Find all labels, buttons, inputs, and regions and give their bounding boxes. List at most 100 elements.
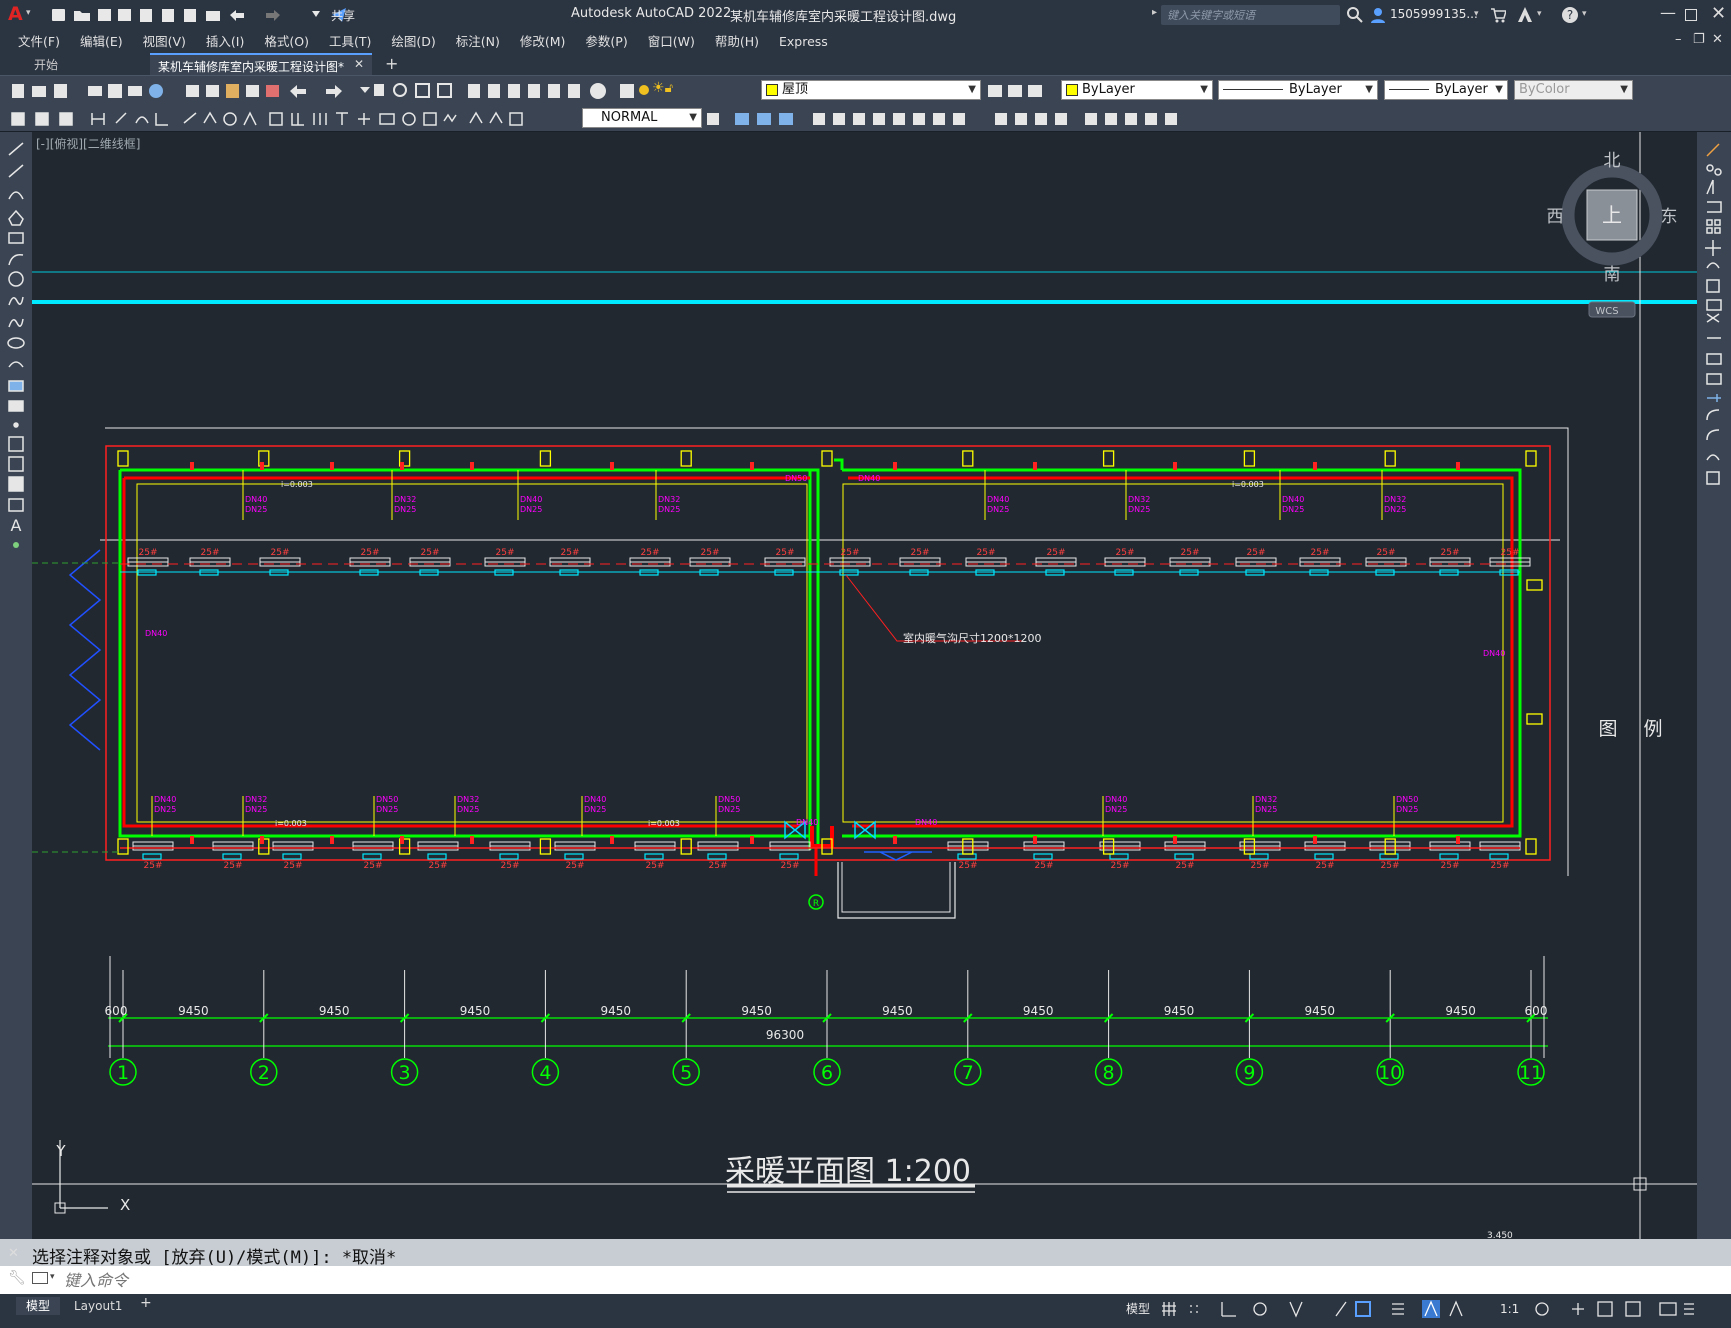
region-left-icon: [8, 476, 24, 492]
viewcube-north: 北: [1604, 151, 1621, 171]
command-close-icon[interactable]: ✕: [8, 1246, 19, 1261]
menu-dimension[interactable]: 标注(N): [456, 30, 500, 53]
draw-tools[interactable]: A: [0, 137, 32, 597]
standard-icons[interactable]: [8, 81, 668, 101]
close-icon[interactable]: ✕: [1711, 3, 1726, 24]
viewcube[interactable]: 上 北 南 东 西 WCS: [1547, 151, 1678, 318]
model-space-button[interactable]: 模型: [1126, 1300, 1150, 1317]
command-chevron-icon[interactable]: ▾: [50, 1272, 55, 1282]
viewport-label[interactable]: [-][俯视][二维线框]: [36, 136, 140, 151]
app-menu-chevron-icon[interactable]: ▾: [26, 8, 31, 18]
tab-close-icon[interactable]: ✕: [354, 57, 364, 71]
annotation-scale[interactable]: 1:1: [1500, 1302, 1519, 1316]
add-layout-icon[interactable]: +: [140, 1295, 152, 1311]
doc-restore-icon[interactable]: ❐: [1693, 32, 1705, 47]
dn-label: DN25: [376, 805, 398, 814]
qdim-icon: [269, 112, 283, 126]
circle-icon: [8, 271, 24, 287]
menu-view[interactable]: 视图(V): [143, 30, 186, 53]
search-input[interactable]: 键入关键字或短语: [1161, 5, 1340, 25]
wcs-label: WCS: [1595, 306, 1618, 317]
modify-tools[interactable]: [1697, 142, 1731, 542]
valve-marker: [1456, 462, 1460, 470]
menu-window[interactable]: 窗口(W): [648, 30, 695, 53]
copy-icon: [206, 85, 219, 97]
help-chevron-icon[interactable]: ▾: [1582, 9, 1587, 19]
building-outline: [105, 427, 1569, 876]
command-prompt-icon[interactable]: [32, 1272, 48, 1284]
status-toggles[interactable]: 1:1: [1160, 1298, 1700, 1320]
dn-label: DN40: [520, 495, 542, 504]
lineweight-dropdown[interactable]: ByLayer ▼: [1384, 80, 1508, 100]
tab-drawing[interactable]: 某机车辅修库室内采暖工程设计图* ✕: [150, 53, 372, 75]
menu-edit[interactable]: 编辑(E): [80, 30, 123, 53]
tab-model[interactable]: 模型: [16, 1297, 61, 1315]
valve-marker: [893, 836, 897, 844]
radiator-label: 25#: [911, 548, 930, 558]
menu-modify[interactable]: 修改(M): [520, 30, 566, 53]
menu-parametric[interactable]: 参数(P): [585, 30, 627, 53]
offset-icon: [1707, 201, 1722, 213]
user-name[interactable]: 1505999135...: [1390, 7, 1478, 21]
menu-express[interactable]: Express: [779, 30, 828, 53]
cart-icon[interactable]: [1490, 7, 1506, 23]
column-marker: [1525, 450, 1537, 467]
modify-icons[interactable]: [705, 109, 1225, 129]
cad-drawing[interactable]: [-][俯视][二维线框] 25# 25# 25# 25# 25# 25# 25# 25# 25…: [32, 132, 1697, 1239]
layer-state-icons[interactable]: ☀🔓︎: [652, 80, 706, 100]
dimension-icons[interactable]: [8, 109, 583, 129]
drawing-title: 采暖平面图 1:200: [725, 1154, 971, 1189]
user-chevron-icon[interactable]: ▾: [1474, 9, 1479, 19]
linetype-chevron-icon: ▼: [1365, 84, 1373, 95]
riser-valve-label: R: [813, 899, 819, 909]
dn-label: DN25: [520, 505, 542, 514]
command-input[interactable]: [64, 1269, 1664, 1291]
valve-marker: [1313, 836, 1317, 844]
command-history: 选择注释对象或 [放弃(U)/模式(M)]: *取消*: [0, 1239, 1731, 1268]
drawing-canvas[interactable]: [-][俯视][二维线框] 25# 25# 25# 25# 25# 25# 25# 25# 25…: [32, 132, 1697, 1239]
menu-insert[interactable]: 插入(I): [206, 30, 244, 53]
share-label[interactable]: 共享: [331, 7, 355, 24]
minimize-icon[interactable]: —: [1660, 3, 1676, 22]
autodesk-app-icon[interactable]: [1516, 6, 1534, 24]
linetype-dropdown[interactable]: ByLayer ▼: [1218, 80, 1378, 100]
rotate-icon: [1706, 262, 1720, 269]
app-logo[interactable]: A: [8, 3, 23, 25]
menu-tools[interactable]: 工具(T): [329, 30, 371, 53]
menu-file[interactable]: 文件(F): [18, 30, 60, 53]
user-icon[interactable]: [1370, 7, 1386, 23]
valve-marker: [1033, 462, 1037, 470]
inspect-icon: [423, 112, 437, 126]
menu-draw[interactable]: 绘图(D): [391, 30, 435, 53]
dn-label: DN32: [245, 795, 267, 804]
tab-start[interactable]: 开始: [18, 53, 148, 75]
plotstyle-dropdown[interactable]: ByColor ▼: [1514, 80, 1633, 100]
color-dropdown[interactable]: ByLayer ▼: [1061, 80, 1213, 100]
search-icon[interactable]: [1347, 7, 1363, 23]
grid-icon: [1162, 1302, 1176, 1316]
new-tab-icon[interactable]: +: [385, 54, 398, 73]
menu-format[interactable]: 格式(O): [264, 30, 309, 53]
dimension-text: 9450: [1445, 1004, 1476, 1018]
units-icon: [1597, 1301, 1613, 1317]
expand-arrow-icon[interactable]: ▸: [1152, 7, 1157, 18]
dimstyle-value: NORMAL: [601, 110, 658, 125]
dimstyle-dropdown[interactable]: NORMAL ▼: [582, 108, 702, 128]
app-chevron-icon[interactable]: ▾: [1537, 9, 1542, 19]
help-icon[interactable]: ?: [1561, 6, 1579, 24]
publish3d-icon: [128, 86, 142, 96]
osnap-icon: [1355, 1301, 1371, 1317]
layer-tools-icons[interactable]: [986, 81, 1046, 101]
dimension-text: 9450: [460, 1004, 491, 1018]
menu-help[interactable]: 帮助(H): [715, 30, 759, 53]
doc-minimize-icon[interactable]: –: [1675, 32, 1682, 47]
lineweight-chevron-icon: ▼: [1495, 84, 1503, 95]
wrench-icon[interactable]: 🔧︎: [8, 1270, 26, 1286]
maximize-icon[interactable]: [1685, 9, 1697, 21]
quick-access-toolbar[interactable]: [50, 6, 350, 24]
tab-layout1[interactable]: Layout1: [66, 1297, 130, 1315]
doc-close-icon[interactable]: ✕: [1712, 32, 1723, 47]
command-line[interactable]: 🔧︎ ▾: [0, 1266, 1731, 1294]
layer-dropdown[interactable]: 屋顶 ▼: [761, 80, 981, 100]
radiator-label: 25#: [701, 548, 720, 558]
